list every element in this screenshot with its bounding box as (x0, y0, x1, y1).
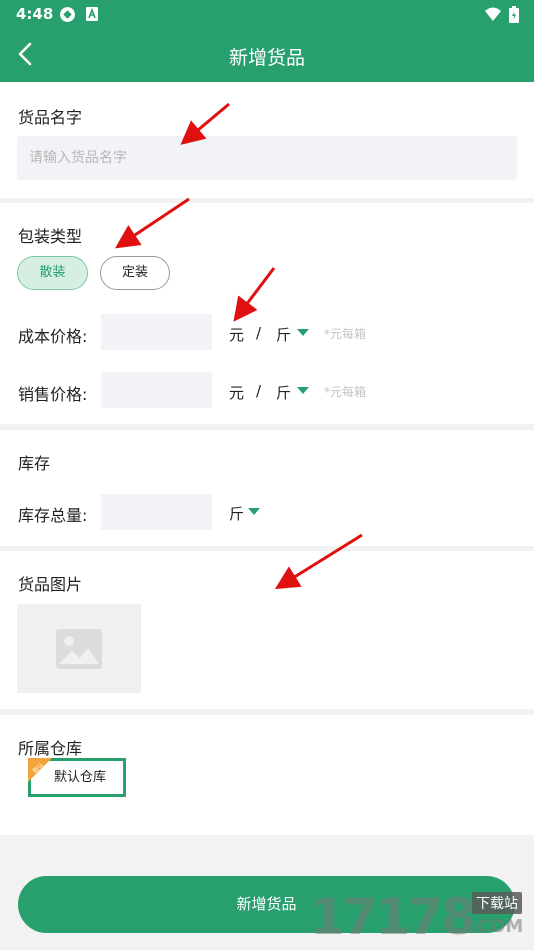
sync-icon (60, 7, 75, 22)
sale-price-input[interactable] (101, 372, 212, 408)
stock-total-input[interactable] (101, 494, 212, 530)
sale-price-label: 销售价格: (18, 385, 88, 404)
pack-option-bulk[interactable]: 散装 (17, 256, 88, 290)
image-upload-slot[interactable] (17, 604, 141, 693)
name-section-title: 货品名字 (18, 108, 83, 127)
sale-currency: 元 (229, 384, 245, 402)
cost-separator: / (256, 324, 262, 342)
cost-unit-select[interactable]: 斤 (276, 324, 291, 345)
warehouse-section-title: 所属仓库 (18, 739, 83, 758)
warehouse-section: 所属仓库 默认 默认仓库 (0, 715, 534, 835)
sale-unit-select[interactable]: 斤 (276, 382, 291, 403)
default-corner-badge-icon: 默认 (28, 758, 52, 782)
watermark-sub: 下载站 (472, 892, 522, 914)
battery-icon (509, 6, 519, 23)
sale-price-hint: *元每箱 (324, 385, 367, 399)
cost-price-label: 成本价格: (18, 327, 88, 346)
stock-unit-select[interactable]: 斤 (229, 503, 244, 524)
sale-separator: / (256, 382, 262, 400)
status-bar: 4:48 (0, 0, 534, 28)
cost-unit-dropdown-icon[interactable] (297, 329, 309, 336)
name-section: 货品名字 (0, 82, 534, 198)
warehouse-tag-label: 默认仓库 (53, 770, 106, 785)
image-section: 货品图片 (0, 551, 534, 709)
cost-price-hint: *元每箱 (324, 327, 367, 341)
status-time: 4:48 (16, 5, 54, 23)
stock-unit-dropdown-icon[interactable] (248, 508, 260, 515)
warehouse-tag[interactable]: 默认 默认仓库 (28, 758, 126, 797)
app-header: 新增货品 (0, 28, 534, 82)
stock-total-label: 库存总量: (18, 506, 88, 525)
watermark-logo: 17178 (310, 888, 476, 946)
packaging-section: 包装类型 散装 定装 成本价格: 元 / 斤 *元每箱 销售价格: 元 / 斤 … (0, 203, 534, 424)
stock-section: 库存 库存总量: 斤 (0, 430, 534, 546)
page-title: 新增货品 (228, 47, 305, 69)
stock-section-title: 库存 (18, 454, 51, 473)
goods-name-input[interactable] (17, 136, 517, 180)
a-badge-icon (86, 7, 98, 21)
image-section-title: 货品图片 (18, 575, 83, 594)
wifi-icon (485, 7, 501, 21)
sale-unit-dropdown-icon[interactable] (297, 387, 309, 394)
image-placeholder-icon (56, 629, 102, 669)
pack-option-fixed[interactable]: 定装 (100, 256, 170, 290)
cost-currency: 元 (229, 326, 245, 344)
cost-price-input[interactable] (101, 314, 212, 350)
packaging-section-title: 包装类型 (18, 227, 83, 246)
watermark-domain: .COM (470, 916, 524, 937)
